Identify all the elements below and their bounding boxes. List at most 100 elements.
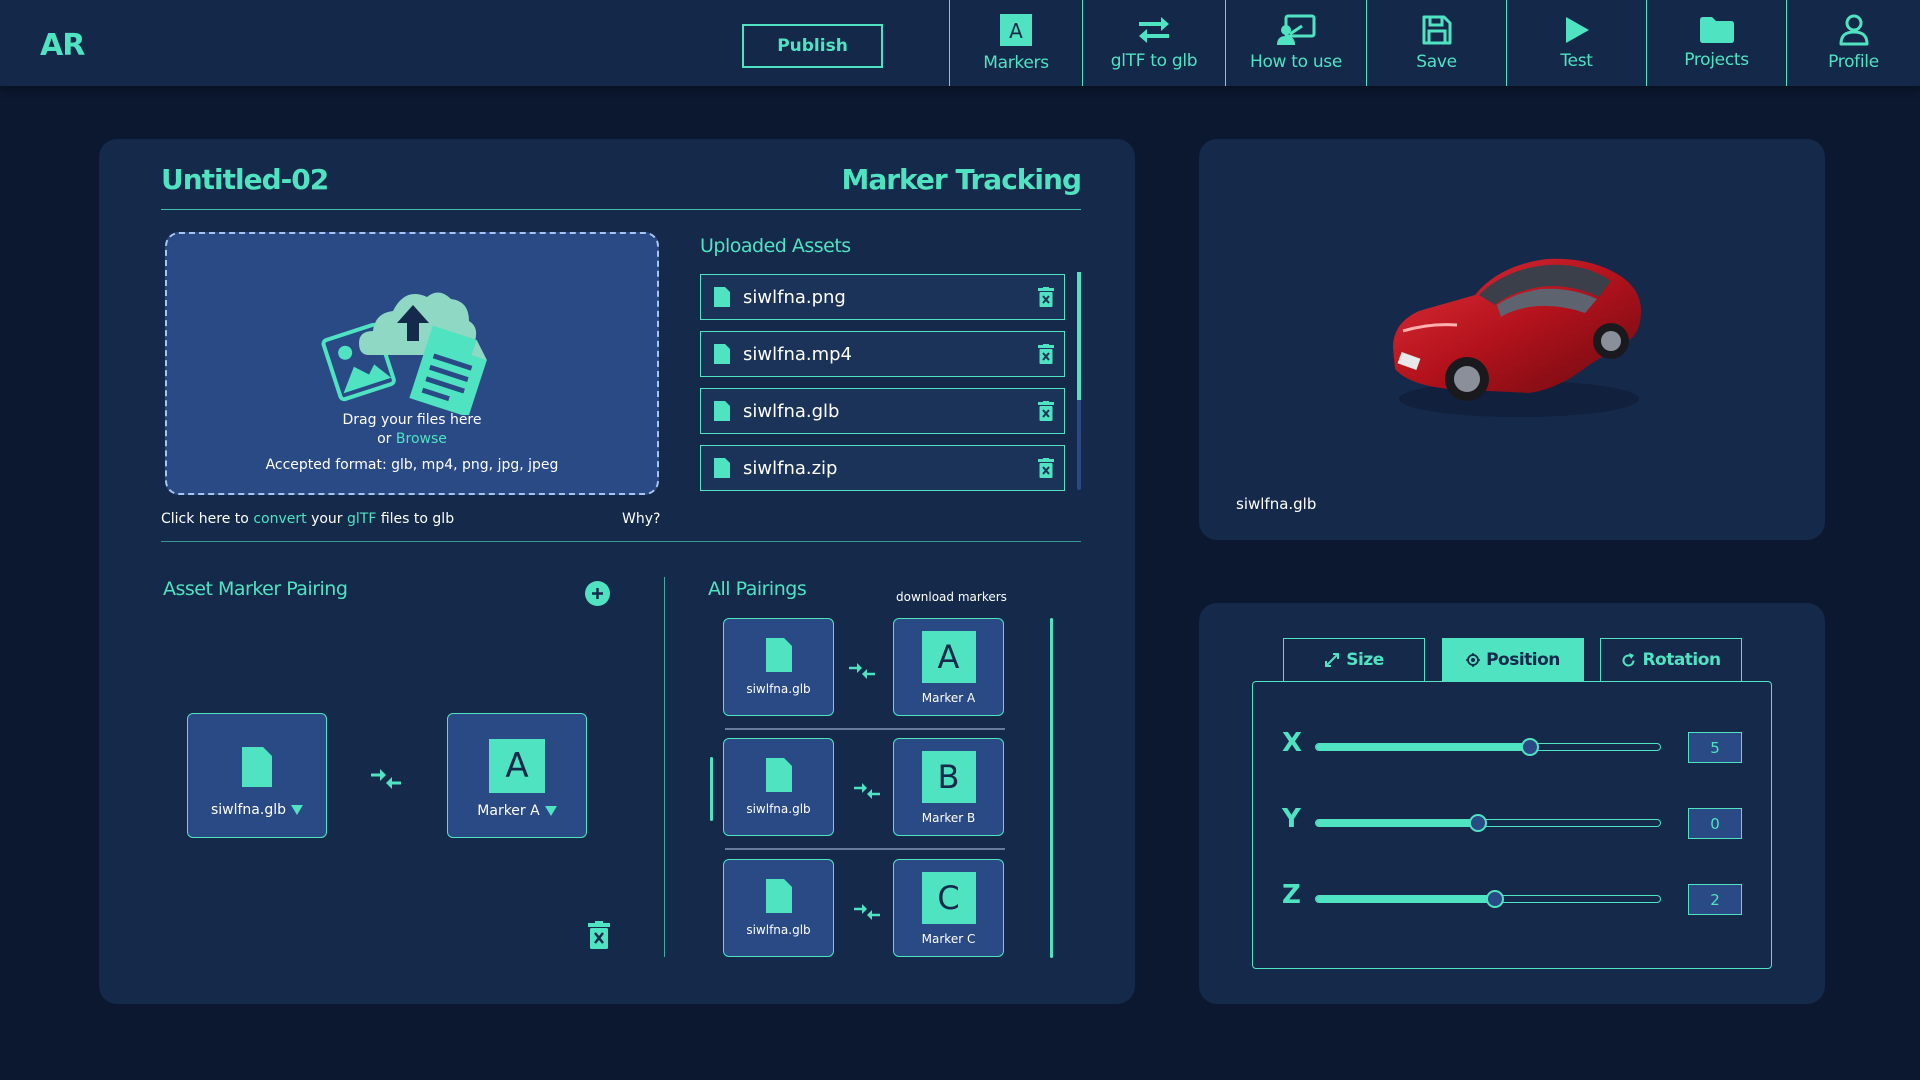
- assets-scrollbar-thumb[interactable]: [1077, 272, 1081, 400]
- nav-markers-label: Markers: [983, 53, 1049, 73]
- nav-markers[interactable]: A Markers: [949, 0, 1082, 86]
- resize-icon: [1325, 653, 1340, 667]
- pairing-marker-tile[interactable]: A Marker A: [893, 618, 1004, 716]
- gltf-link[interactable]: glTF: [347, 511, 376, 527]
- nav-projects-label: Projects: [1684, 50, 1749, 70]
- play-icon: [1563, 15, 1591, 45]
- delete-icon[interactable]: [1038, 344, 1054, 364]
- pair-link-icon: [371, 769, 401, 789]
- axis-x-label: X: [1282, 728, 1303, 758]
- download-markers-link[interactable]: download markers: [896, 590, 1007, 604]
- publish-button[interactable]: Publish: [742, 24, 883, 68]
- tab-rotation[interactable]: Rotation: [1600, 638, 1742, 682]
- car-model-preview[interactable]: [1379, 239, 1659, 429]
- nav-save-label: Save: [1416, 52, 1457, 72]
- file-icon: [765, 758, 792, 792]
- dropzone-or: or: [377, 431, 392, 447]
- y-value-input[interactable]: 0: [1688, 808, 1742, 839]
- y-slider-fill: [1316, 820, 1478, 826]
- asset-filename: siwlfna.mp4: [743, 343, 853, 365]
- nav-save[interactable]: Save: [1366, 0, 1506, 86]
- nav-profile-label: Profile: [1828, 52, 1879, 72]
- position-controls: X 5 Y 0 Z 2: [1252, 681, 1772, 969]
- pairings-scrollbar[interactable]: [1050, 618, 1053, 958]
- marker-c-icon: C: [921, 872, 976, 924]
- nav-projects[interactable]: Projects: [1646, 0, 1786, 86]
- file-icon: [765, 879, 792, 913]
- asset-row[interactable]: siwlfna.mp4: [700, 331, 1065, 377]
- asset-select-tile[interactable]: siwlfna.glb: [187, 713, 327, 838]
- delete-icon[interactable]: [1038, 458, 1054, 478]
- user-icon: [1839, 14, 1869, 46]
- dropzone-instruction: Drag your files here: [342, 412, 482, 428]
- asset-select-label-row: siwlfna.glb: [211, 802, 304, 818]
- asset-row[interactable]: siwlfna.zip: [700, 445, 1065, 491]
- marker-select-tile[interactable]: A Marker A: [447, 713, 587, 838]
- y-slider-knob[interactable]: [1468, 814, 1487, 832]
- selected-pairing-indicator: [710, 757, 713, 821]
- app-logo: AR: [40, 28, 85, 63]
- pairing-marker-tile[interactable]: B Marker B: [893, 738, 1004, 836]
- axis-z-label: Z: [1282, 880, 1301, 910]
- section-divider: [161, 541, 1081, 542]
- pairing-asset-tile[interactable]: siwlfna.glb: [723, 618, 834, 716]
- asset-marker-pairing-title: Asset Marker Pairing: [163, 578, 348, 600]
- x-slider-knob[interactable]: [1520, 738, 1539, 756]
- delete-icon[interactable]: [1038, 287, 1054, 307]
- nav-profile[interactable]: Profile: [1786, 0, 1920, 86]
- assets-scrollbar[interactable]: [1077, 272, 1081, 490]
- file-icon: [242, 747, 272, 787]
- tab-position[interactable]: Position: [1442, 638, 1584, 682]
- nav-test[interactable]: Test: [1506, 0, 1646, 86]
- pairing-asset-tile[interactable]: siwlfna.glb: [723, 859, 834, 957]
- project-title[interactable]: Untitled-02: [161, 163, 329, 196]
- convert-hint-mid: your: [311, 511, 343, 527]
- preview-filename: siwlfna.glb: [1236, 495, 1317, 513]
- file-dropzone[interactable]: Drag your files here or Browse Accepted …: [165, 232, 659, 495]
- file-icon: [765, 638, 792, 672]
- pairing-marker-label: Marker C: [921, 932, 976, 946]
- upload-illustration-icon: [321, 292, 487, 415]
- pairing-marker-tile[interactable]: C Marker C: [893, 859, 1004, 957]
- asset-filename: siwlfna.png: [743, 286, 846, 308]
- nav-how-to-use-label: How to use: [1249, 52, 1343, 72]
- convert-hint-post: files to glb: [380, 511, 455, 527]
- tab-size-label: Size: [1346, 650, 1384, 670]
- delete-icon[interactable]: [1038, 401, 1054, 421]
- pairing-asset-label: siwlfna.glb: [746, 682, 811, 696]
- why-link[interactable]: Why?: [622, 511, 660, 527]
- tab-size[interactable]: Size: [1283, 638, 1425, 682]
- folder-icon: [1699, 16, 1735, 44]
- marker-a-icon: A: [489, 739, 545, 793]
- nav-gltf-to-glb[interactable]: glTF to glb: [1082, 0, 1225, 86]
- dropdown-triangle-icon[interactable]: [544, 806, 557, 816]
- asset-row[interactable]: siwlfna.png: [700, 274, 1065, 320]
- browse-link[interactable]: Browse: [396, 431, 447, 447]
- marker-a-icon: A: [921, 631, 976, 683]
- pairing-asset-tile[interactable]: siwlfna.glb: [723, 738, 834, 836]
- z-value-input[interactable]: 2: [1688, 884, 1742, 915]
- top-bar: AR Publish A Markers glTF to glb How to …: [0, 0, 1920, 86]
- pair-link-icon: [849, 663, 875, 679]
- dropzone-browse-line: or Browse: [167, 431, 657, 447]
- target-icon: [1466, 653, 1481, 667]
- y-slider[interactable]: [1315, 819, 1661, 827]
- x-value-input[interactable]: 5: [1688, 732, 1742, 763]
- file-icon: [714, 287, 730, 307]
- pairing-asset-label: siwlfna.glb: [746, 923, 811, 937]
- dropdown-triangle-icon[interactable]: [291, 805, 304, 815]
- delete-pairing-icon[interactable]: [588, 921, 610, 949]
- z-slider-knob[interactable]: [1485, 890, 1504, 908]
- asset-row[interactable]: siwlfna.glb: [700, 388, 1065, 434]
- nav-how-to-use[interactable]: How to use: [1225, 0, 1366, 86]
- model-preview-panel[interactable]: siwlfna.glb: [1199, 139, 1825, 540]
- convert-hint: Click here to convert your glTF files to…: [161, 511, 454, 527]
- all-pairings-title: All Pairings: [708, 578, 807, 600]
- uploaded-assets-title: Uploaded Assets: [700, 235, 851, 257]
- convert-link[interactable]: convert: [253, 511, 306, 527]
- tab-position-label: Position: [1486, 650, 1560, 670]
- x-slider[interactable]: [1315, 743, 1661, 751]
- x-slider-fill: [1316, 744, 1530, 750]
- add-pairing-button[interactable]: [585, 581, 610, 606]
- editor-panel: Untitled-02 Marker Tracking Drag your fi…: [99, 139, 1135, 1004]
